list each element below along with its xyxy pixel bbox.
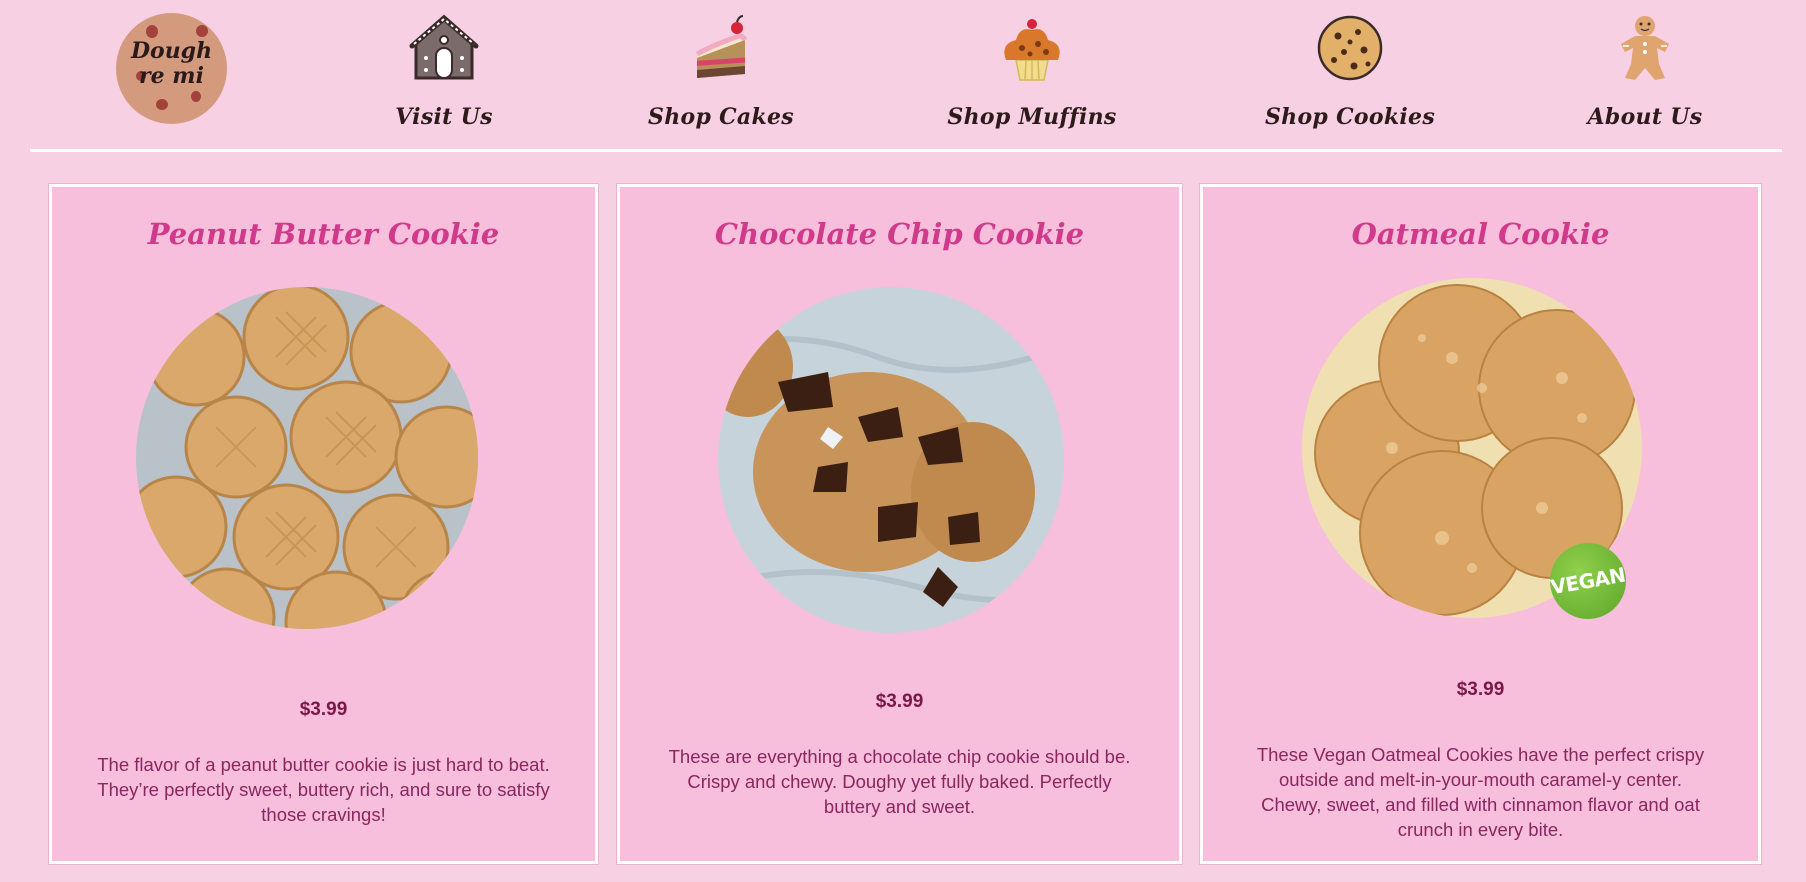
- product-title: Peanut Butter Cookie: [147, 217, 500, 251]
- nav-label: Shop Muffins: [947, 104, 1117, 130]
- muffin-icon: [1004, 19, 1060, 81]
- product-card-oatmeal[interactable]: Oatmeal Cookie VEGAN $3.99 These Vegan O…: [1199, 183, 1762, 865]
- logo-chip: [156, 99, 168, 110]
- logo-chip: [146, 25, 158, 38]
- product-price: $3.99: [1456, 679, 1505, 700]
- gingerbread-house-icon: [409, 14, 479, 80]
- nav-label: About Us: [1587, 104, 1703, 130]
- nav-shop-cookies[interactable]: Shop Cookies: [1240, 14, 1460, 130]
- nav-visit-us[interactable]: Visit Us: [334, 14, 554, 130]
- chocolate-chip-cookie-photo: [718, 287, 1064, 633]
- product-title: Chocolate Chip Cookie: [714, 217, 1085, 251]
- product-price: $3.99: [299, 699, 348, 720]
- cake-slice-icon: [695, 15, 748, 78]
- nav-label: Shop Cookies: [1264, 104, 1436, 130]
- logo-chip: [191, 91, 201, 102]
- gingerbread-man-icon: [1621, 16, 1669, 80]
- nav-divider: [30, 149, 1782, 152]
- product-title: Oatmeal Cookie: [1351, 217, 1610, 251]
- top-navigation: Dough re mi Visit Us Shop Cakes Shop Muf…: [0, 0, 1806, 152]
- nav-shop-cakes[interactable]: Shop Cakes: [611, 14, 831, 130]
- logo-chip: [196, 25, 208, 37]
- product-card-chocolate-chip[interactable]: Chocolate Chip Cookie $3.99 These are ev…: [616, 183, 1183, 865]
- nav-label: Visit Us: [395, 104, 493, 130]
- nav-label: Shop Cakes: [648, 104, 794, 130]
- product-description: These are everything a chocolate chip co…: [668, 746, 1131, 817]
- cookie-icon: [1317, 15, 1383, 81]
- product-card-peanut-butter[interactable]: Peanut Butter Cookie $3.99 The flavor of…: [48, 183, 599, 865]
- dough-re-mi-logo[interactable]: Dough re mi: [116, 13, 227, 124]
- product-description: The flavor of a peanut butter cookie is …: [97, 754, 550, 825]
- logo-text: Dough re mi: [130, 38, 213, 89]
- product-price: $3.99: [875, 691, 924, 712]
- product-description: These Vegan Oatmeal Cookies have the per…: [1256, 744, 1705, 840]
- peanut-butter-cookies-photo: [136, 287, 478, 629]
- nav-about-us[interactable]: About Us: [1535, 14, 1755, 130]
- nav-shop-muffins[interactable]: Shop Muffins: [922, 14, 1142, 130]
